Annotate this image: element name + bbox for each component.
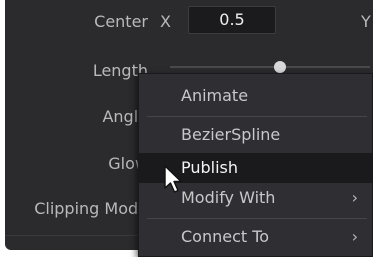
- chevron-right-icon: ›: [351, 227, 358, 246]
- menu-item-label: Connect To: [181, 227, 270, 246]
- menu-item-label: BezierSpline: [181, 125, 281, 144]
- menu-item-label: Modify With: [181, 188, 276, 207]
- length-slider-knob[interactable]: [274, 61, 286, 73]
- menu-item-animate[interactable]: Animate: [139, 81, 372, 111]
- clipping-mode-label: Clipping Mode: [34, 199, 148, 218]
- y-label: Y: [361, 12, 371, 31]
- menu-item-label: Animate: [181, 86, 249, 105]
- x-label: X: [160, 12, 171, 31]
- menu-separator: [147, 116, 367, 117]
- center-label: Center: [94, 12, 148, 31]
- length-slider-track[interactable]: [170, 66, 370, 68]
- arrow-cursor-icon: [164, 165, 182, 193]
- menu-separator: [147, 218, 367, 219]
- menu-item-label: Publish: [181, 158, 239, 177]
- center-x-input[interactable]: 0.5: [188, 6, 276, 34]
- menu-item-connect-to[interactable]: Connect To ›: [139, 222, 372, 252]
- menu-item-bezierspline[interactable]: BezierSpline: [139, 120, 372, 150]
- screenshot-frame: Center X 0.5 Y Length Angle Glow Clippin…: [0, 0, 373, 257]
- chevron-right-icon: ›: [351, 188, 358, 207]
